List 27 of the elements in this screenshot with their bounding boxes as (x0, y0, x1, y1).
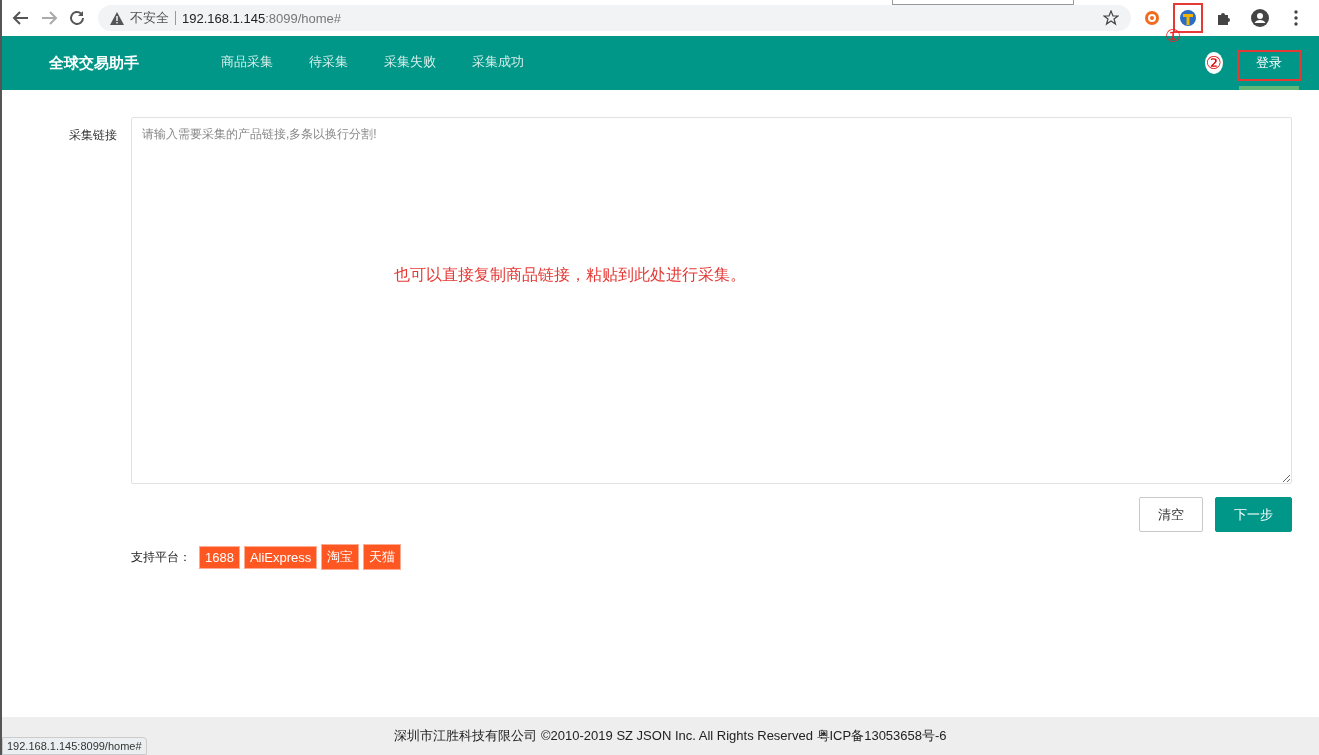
platform-tag: 天猫 (363, 544, 402, 570)
puzzle-icon[interactable] (1216, 10, 1232, 26)
nav-link[interactable]: 待采集 (309, 49, 348, 77)
url-text: 192.168.1.145:8099/home# (182, 10, 342, 26)
account-icon[interactable] (1250, 8, 1270, 28)
warning-icon (110, 11, 124, 25)
footer-text: 深圳市江胜科技有限公司 ©2010-2019 SZ JSON Inc. All Rights Reserved 粤ICP备13053658号-6 (394, 727, 947, 745)
globe-icon[interactable] (1179, 9, 1197, 27)
annotation-note: 也可以直接复制商品链接，粘贴到此处进行采集。 (394, 265, 746, 285)
platform-tag: 淘宝 (321, 544, 360, 570)
annotation-marker: ② (1204, 52, 1223, 74)
extension-icon[interactable] (1144, 10, 1160, 26)
star-icon[interactable] (1103, 10, 1119, 26)
security-label: 不安全 (130, 9, 169, 27)
platform-tag: 1688 (199, 545, 240, 569)
nav-link[interactable]: 采集失败 (384, 49, 436, 77)
next-button[interactable]: 下一步 (1215, 497, 1292, 532)
address-bar[interactable]: 不安全 192.168.1.145:8099/home# (98, 5, 1131, 31)
field-label: 采集链接 (68, 127, 118, 144)
clear-button[interactable]: 清空 (1139, 497, 1203, 532)
brand-title: 全球交易助手 (49, 53, 140, 73)
nav-link[interactable]: 采集成功 (472, 49, 524, 77)
platform-tag: AliExpress (243, 545, 318, 569)
nav-link[interactable]: 商品采集 (221, 49, 273, 77)
platforms-label: 支持平台： (131, 548, 191, 566)
menu-icon[interactable] (1294, 10, 1298, 26)
status-url: 192.168.1.145:8099/home# (2, 737, 147, 755)
